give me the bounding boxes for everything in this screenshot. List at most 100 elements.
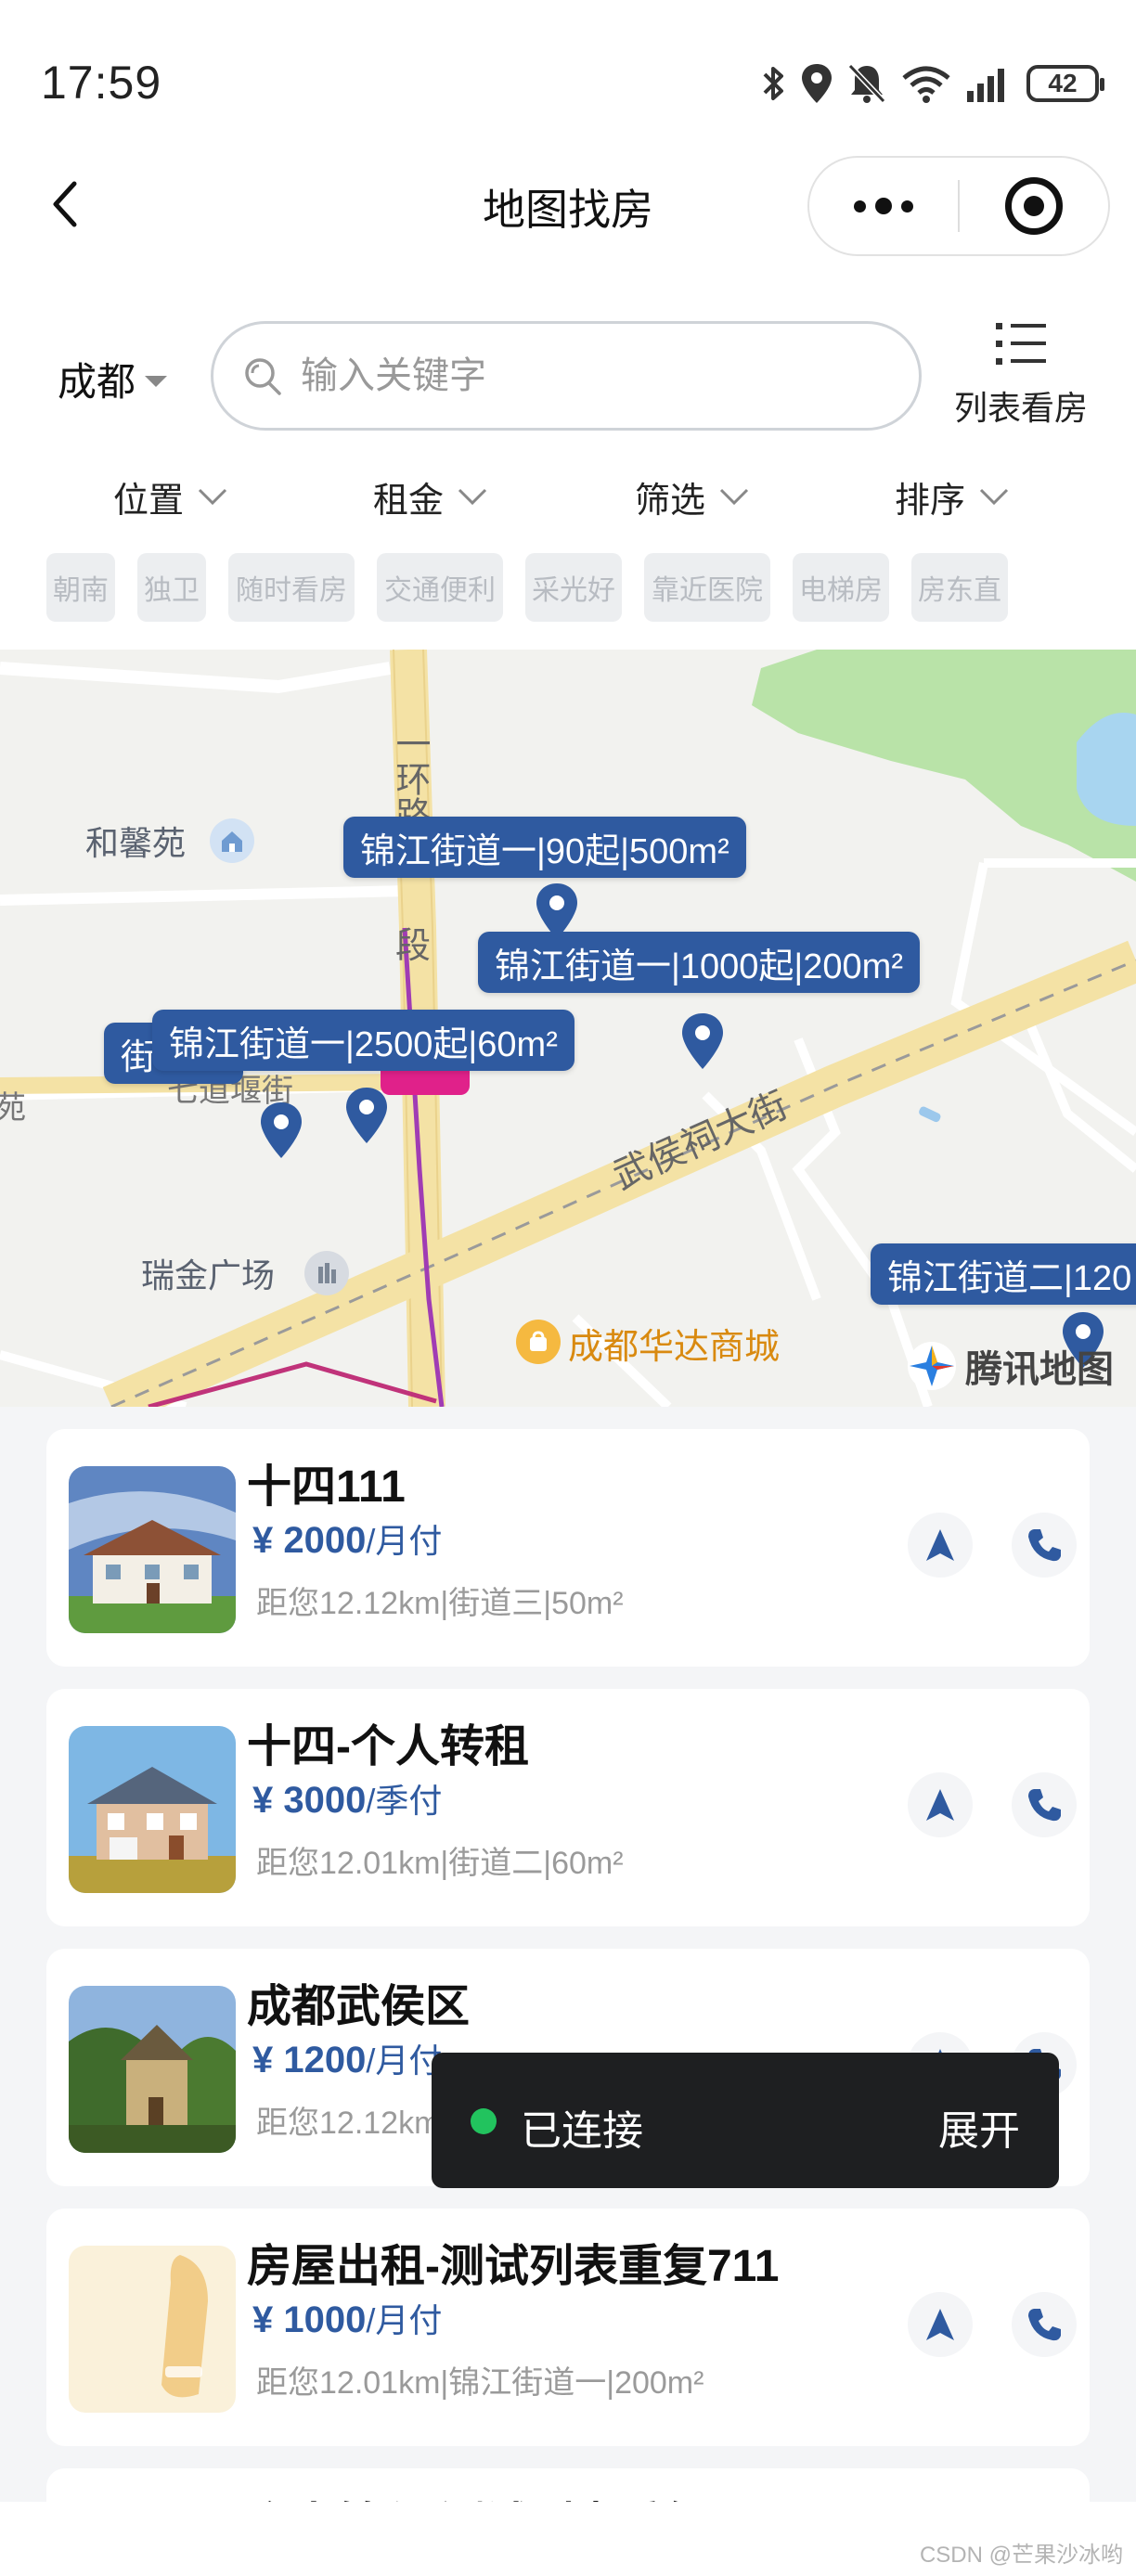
tencent-map-logo-icon <box>908 1342 956 1390</box>
tag-chip[interactable]: 交通便利 <box>377 553 503 622</box>
tag-chip[interactable]: 靠近医院 <box>644 553 770 622</box>
navigate-arrow-icon <box>926 1789 954 1821</box>
more-button[interactable] <box>809 158 958 254</box>
navigate-button[interactable] <box>908 2292 973 2357</box>
more-dot-icon <box>901 200 913 213</box>
place-hexinyuan: 和馨苑 <box>85 824 187 862</box>
home-poi-icon <box>210 818 254 863</box>
mute-bell-icon <box>847 63 886 104</box>
target-icon <box>1005 177 1063 235</box>
call-button[interactable] <box>1012 1513 1077 1578</box>
status-icons: 42 <box>761 56 1104 111</box>
call-button[interactable] <box>1012 2292 1077 2357</box>
filter-bar: 位置 租金 筛选 排序 <box>0 464 1136 529</box>
tag-row: 朝南 独卫 随时看房 交通便利 采光好 靠近医院 电梯房 房东直 <box>46 553 1090 622</box>
listing-meta: 距您12.12km|街道三|50m² <box>256 1586 624 1621</box>
location-icon <box>802 64 832 103</box>
map-view[interactable]: 一环路 段 武侯祠大街 七道堰街 苑 和馨苑 瑞金广场 成都华达商城 锦江街道一… <box>0 650 1136 1407</box>
bubble-clipped-label: 街 <box>121 1037 157 1077</box>
connected-status-icon <box>471 2108 497 2134</box>
search-box[interactable] <box>211 321 922 431</box>
navigate-arrow-icon <box>926 1529 954 1561</box>
navigate-arrow-icon <box>926 2309 954 2340</box>
search-icon <box>245 358 281 395</box>
battery-icon: 42 <box>1026 65 1104 102</box>
list-view-button[interactable]: 列表看房 <box>947 319 1095 431</box>
place-ruijin: 瑞金广场 <box>141 1256 276 1294</box>
map-pin-icon[interactable] <box>679 1011 726 1071</box>
map-bubble-cluster[interactable]: 锦江街道二|120 <box>871 1243 1136 1305</box>
listing-thumbnail <box>69 2246 236 2413</box>
listing-meta: 距您12.01km|锦江街道一|200m² <box>256 2365 704 2401</box>
navigate-button[interactable] <box>908 1513 973 1578</box>
listing-price: ¥ 3000/季付 <box>252 1780 443 1821</box>
filter-label: 位置 <box>113 481 185 521</box>
more-dot-icon <box>854 200 866 213</box>
filter-sort[interactable]: 排序 <box>895 464 1010 529</box>
road-label-ring: 一环路 <box>390 726 429 831</box>
listing-thumbnail <box>69 1726 236 1893</box>
listing-price: ¥ 1200/月付 <box>252 2040 443 2080</box>
filter-location[interactable]: 位置 <box>113 464 228 529</box>
listing-card[interactable]: 十四111 ¥ 2000/月付 距您12.12km|街道三|50m² <box>46 1429 1090 1667</box>
tag-chip[interactable]: 采光好 <box>525 553 622 622</box>
battery-level: 42 <box>1048 69 1078 97</box>
chevron-down-icon <box>719 488 749 506</box>
list-view-label: 列表看房 <box>953 389 1088 427</box>
tag-chip[interactable]: 电梯房 <box>793 553 889 622</box>
listing-price: ¥ 2000/月付 <box>252 1520 443 1561</box>
listing-list[interactable]: 十四111 ¥ 2000/月付 距您12.12km|街道三|50m² 十四-个人… <box>0 1407 1136 2576</box>
search-area: 成都 列表看房 位置 租金 筛选 排序 朝南 独卫 随时看房 交通便利 采光 <box>0 278 1136 650</box>
caret-down-icon <box>145 375 168 387</box>
filter-label: 租金 <box>373 481 445 521</box>
signal-icon <box>967 69 1004 102</box>
call-button[interactable] <box>1012 1772 1077 1837</box>
phone-icon <box>1028 1789 1061 1822</box>
watermark: CSDN @芒果沙冰哟 <box>919 2543 1123 2568</box>
listing-card[interactable]: 十四-个人转租 ¥ 3000/季付 距您12.01km|街道二|60m² <box>46 1689 1090 1926</box>
filter-screen[interactable]: 筛选 <box>635 464 750 529</box>
status-time: 17:59 <box>41 57 162 109</box>
building-poi-icon <box>304 1251 349 1295</box>
toast-text: 已连接 <box>521 2108 643 2154</box>
phone-icon <box>1028 1529 1061 1562</box>
chevron-down-icon <box>458 488 487 506</box>
filter-label: 筛选 <box>635 481 706 521</box>
city-label: 成都 <box>58 360 136 404</box>
tag-chip[interactable]: 随时看房 <box>228 553 355 622</box>
map-bubble-cluster[interactable]: 锦江街道一|2500起|60m² <box>152 1010 574 1071</box>
close-mini-program-button[interactable] <box>960 177 1108 235</box>
bluetooth-icon <box>763 67 783 100</box>
map-pin-icon[interactable] <box>343 1086 390 1145</box>
map-provider-logo: 腾讯地图 <box>906 1338 1114 1394</box>
connection-toast: 已连接 展开 <box>432 2053 1059 2188</box>
map-provider-label: 腾讯地图 <box>965 1349 1114 1390</box>
chevron-down-icon <box>979 488 1009 506</box>
filter-rent[interactable]: 租金 <box>373 464 488 529</box>
listing-title: 十四-个人转租 <box>247 1722 529 1771</box>
listing-meta: 距您12.01km|街道二|60m² <box>256 1846 624 1881</box>
road-label-ring-section: 段 <box>395 927 432 966</box>
listing-price: ¥ 1000/月付 <box>252 2299 443 2340</box>
chevron-down-icon <box>198 488 227 506</box>
place-huada: 成都华达商城 <box>568 1328 781 1367</box>
road-label-left-edge: 苑 <box>0 1090 26 1126</box>
expand-button[interactable]: 展开 <box>938 2097 1020 2157</box>
list-icon <box>996 323 1046 365</box>
listing-title: 房屋出租-测试列表重复711 <box>247 2242 780 2291</box>
tag-chip[interactable]: 独卫 <box>137 553 206 622</box>
listing-title: 成都武侯区 <box>247 1982 471 2031</box>
listing-card[interactable]: 房屋出租-测试列表重复711 ¥ 1000/月付 距您12.01km|锦江街道一… <box>46 2209 1090 2446</box>
more-dot-icon <box>875 198 892 214</box>
city-selector[interactable]: 成都 <box>58 351 168 407</box>
map-pin-icon[interactable] <box>534 882 580 941</box>
map-pin-icon[interactable] <box>258 1101 304 1160</box>
tag-chip[interactable]: 房东直 <box>911 553 1008 622</box>
wifi-icon <box>902 66 950 103</box>
tag-chip[interactable]: 朝南 <box>46 553 115 622</box>
search-input[interactable] <box>301 354 858 397</box>
listing-thumbnail <box>69 1986 236 2153</box>
navigate-button[interactable] <box>908 1772 973 1837</box>
map-bubble-cluster[interactable]: 锦江街道一|90起|500m² <box>343 817 746 878</box>
nav-bar: 地图找房 <box>0 139 1136 278</box>
